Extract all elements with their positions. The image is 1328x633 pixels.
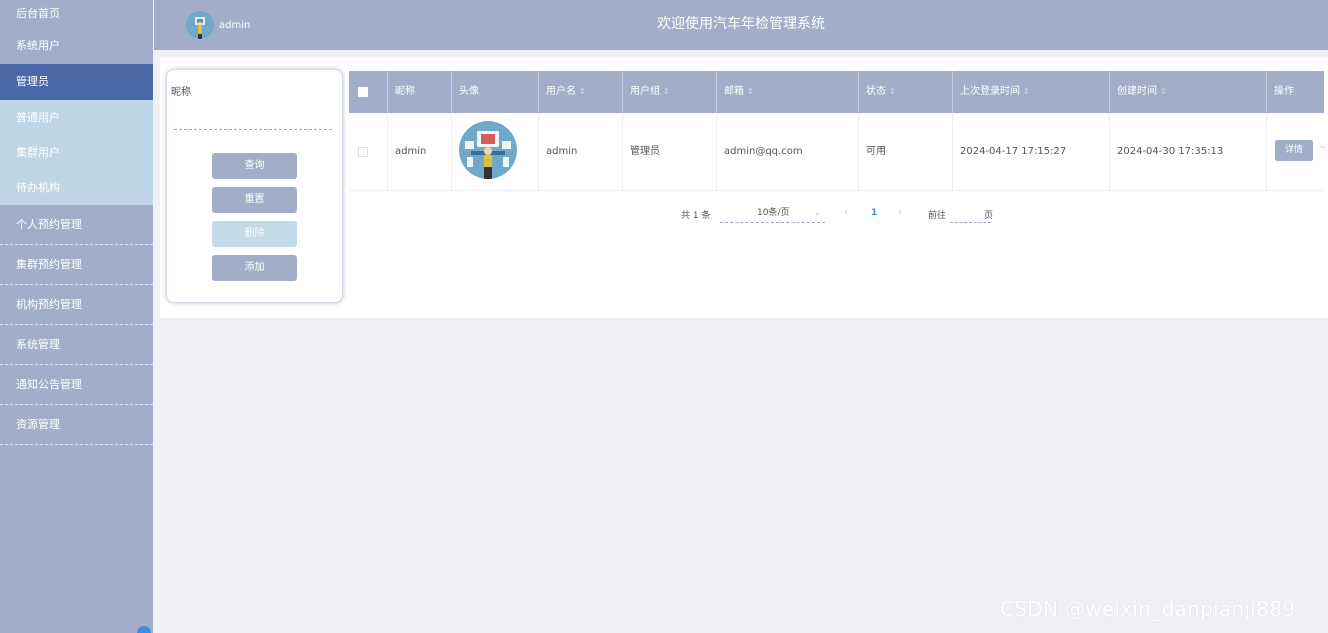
reset-button[interactable]: 重置: [212, 187, 297, 213]
sidebar-item-normal-users[interactable]: 普通用户: [0, 100, 153, 135]
column-status[interactable]: 状态 ⇕: [859, 71, 953, 113]
delete-button[interactable]: 删除: [212, 221, 297, 247]
column-email[interactable]: 邮箱 ⇕: [717, 71, 859, 113]
cell-last-login: 2024-04-17 17:15:27: [953, 113, 1110, 191]
sort-icon[interactable]: ⇕: [663, 87, 670, 96]
column-avatar: 头像: [452, 71, 539, 113]
detail-button[interactable]: 详情: [1275, 140, 1313, 161]
chevron-down-icon: ⌄: [813, 208, 821, 218]
header-checkbox-cell: [349, 71, 388, 113]
sort-icon[interactable]: ⇕: [1160, 87, 1167, 96]
page-number-current[interactable]: 1: [871, 208, 877, 218]
goto-label: 前往: [928, 211, 947, 221]
nickname-label: 昵称: [171, 87, 191, 98]
table-header: 昵称 头像 用户名 ⇕ 用户组 ⇕ 邮箱 ⇕ 状态 ⇕ 上次登录时间 ⇕ 创建时间 ⇕ 操作: [349, 71, 1324, 113]
page-title: 欢迎使用汽车年检管理系统: [657, 16, 825, 32]
watermark: CSDN @weixin_danpianji889: [1000, 597, 1296, 621]
page-unit-label: 页: [984, 211, 994, 221]
main-panel: 昵称 查询 重置 删除 添加 昵称 头像 用户名 ⇕ 用户组 ⇕ 邮箱 ⇕ 状态 ⇕ 上…: [160, 57, 1328, 318]
sidebar-item-pending-org[interactable]: 待办机构: [0, 170, 153, 205]
status-dot-icon: [137, 626, 151, 633]
cell-email: admin@qq.com: [717, 113, 859, 191]
sidebar-item-org-booking[interactable]: 机构预约管理: [0, 285, 153, 325]
sidebar-item-admin[interactable]: 管理员: [0, 64, 153, 100]
sidebar-item-personal-booking[interactable]: 个人预约管理: [0, 205, 153, 245]
column-last-login[interactable]: 上次登录时间 ⇕: [953, 71, 1110, 113]
sidebar-item-home[interactable]: 后台首页: [0, 0, 153, 28]
page-size-select[interactable]: 10条/页 ⌄: [720, 204, 825, 223]
pagination-total: 共 1 条: [681, 211, 711, 221]
sort-icon[interactable]: ⇕: [747, 87, 754, 96]
select-all-checkbox[interactable]: [358, 87, 368, 97]
sidebar-item-notice-manage[interactable]: 通知公告管理: [0, 365, 153, 405]
column-actions: 操作: [1274, 86, 1294, 97]
sort-icon[interactable]: ⇕: [889, 87, 896, 96]
sort-icon[interactable]: ⇕: [579, 87, 586, 96]
row-checkbox[interactable]: [358, 147, 368, 157]
sidebar-item-cluster-users[interactable]: 集群用户: [0, 135, 153, 170]
table-row: admin admin 管理员 admin@qq.com 可用 2024-04-…: [349, 113, 1324, 191]
sidebar-item-cluster-booking[interactable]: 集群预约管理: [0, 245, 153, 285]
page-size-value: 10条/页: [757, 208, 790, 218]
cell-nickname: admin: [388, 113, 452, 191]
sidebar-item-system-manage[interactable]: 系统管理: [0, 325, 153, 365]
nickname-input[interactable]: [174, 116, 332, 130]
search-card: 昵称 查询 重置 删除 添加: [166, 69, 343, 303]
prev-page-button[interactable]: ‹: [844, 205, 848, 218]
sidebar-item-resource-manage[interactable]: 资源管理: [0, 405, 153, 445]
next-page-button[interactable]: ›: [898, 205, 902, 218]
cell-status: 可用: [859, 113, 953, 191]
column-group[interactable]: 用户组 ⇕: [623, 71, 717, 113]
row-avatar-image: [459, 121, 517, 179]
column-username[interactable]: 用户名 ⇕: [539, 71, 623, 113]
query-button[interactable]: 查询: [212, 153, 297, 179]
column-nickname: 昵称: [388, 71, 452, 113]
cell-created: 2024-04-30 17:35:13: [1110, 113, 1267, 191]
sort-icon[interactable]: ⇕: [1023, 87, 1030, 96]
cell-group: 管理员: [623, 113, 717, 191]
row-checkbox-cell: [349, 113, 388, 191]
add-button[interactable]: 添加: [212, 255, 297, 281]
more-ellipsis: ··: [1320, 143, 1326, 153]
sidebar: 后台首页 系统用户 管理员 普通用户 集群用户 待办机构 个人预约管理 集群预约…: [0, 0, 153, 633]
column-created[interactable]: 创建时间 ⇕: [1110, 71, 1267, 113]
cell-username: admin: [539, 113, 623, 191]
header: admin 欢迎使用汽车年检管理系统: [154, 0, 1328, 50]
sidebar-submenu: 普通用户 集群用户 待办机构: [0, 100, 153, 205]
sidebar-item-system-users[interactable]: 系统用户: [0, 28, 153, 64]
